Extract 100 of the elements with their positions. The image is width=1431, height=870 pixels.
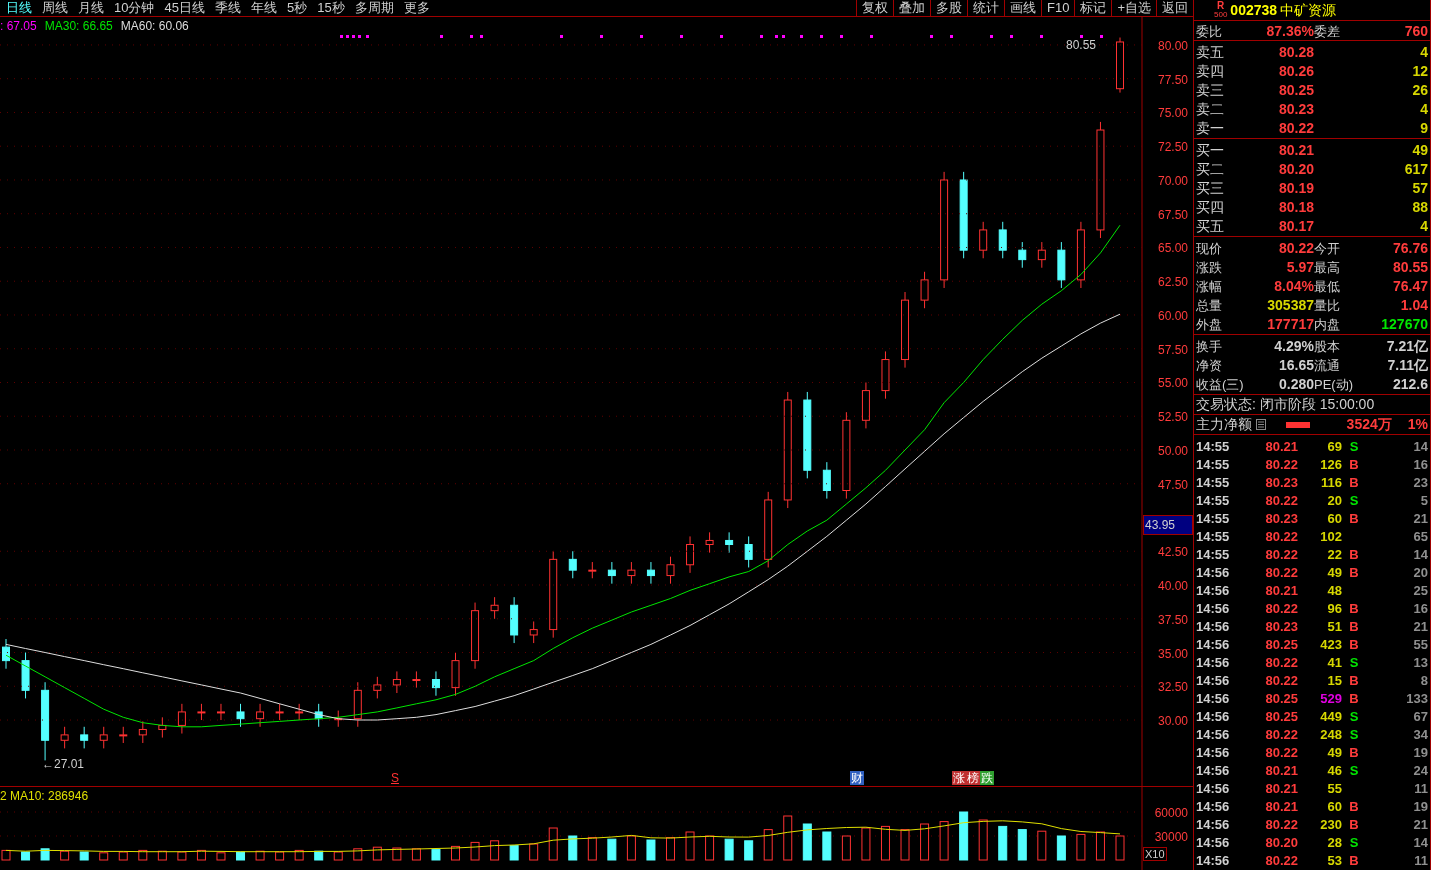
- trade-time: 14:56: [1196, 762, 1231, 780]
- volume-bar: [646, 839, 656, 861]
- volume-bar: [275, 851, 285, 861]
- field-label: 委比: [1196, 22, 1223, 41]
- period-tab[interactable]: 45日线: [164, 0, 205, 16]
- axis-label: 80.00: [1157, 38, 1188, 53]
- volume-bar: [99, 852, 109, 861]
- volume-bar: [1056, 835, 1066, 861]
- toolbar-button[interactable]: 标记: [1074, 0, 1112, 16]
- trade-time: 14:56: [1196, 600, 1231, 618]
- trade-count: 19: [1412, 744, 1428, 762]
- period-tab[interactable]: 多周期: [354, 0, 394, 16]
- candlestick: [1076, 221, 1085, 289]
- axis-label: 35.00: [1157, 646, 1188, 661]
- trade-time: 14:56: [1196, 744, 1231, 762]
- field-label: 最高: [1314, 258, 1341, 277]
- period-tab[interactable]: 5秒: [286, 0, 308, 16]
- candlestick: [510, 596, 519, 644]
- trade-price: 80.25: [1264, 636, 1298, 654]
- axis-label: 52.50: [1157, 410, 1188, 425]
- trade-time: 14:56: [1196, 780, 1231, 798]
- trade-price: 80.23: [1264, 510, 1298, 528]
- candlestick: [256, 703, 265, 728]
- toolbar-button[interactable]: 复权: [856, 0, 893, 16]
- period-tab[interactable]: 周线: [42, 0, 68, 16]
- volume-bar: [509, 845, 519, 861]
- toolbar-button[interactable]: 统计: [967, 0, 1004, 16]
- axis-label: 55.00: [1157, 376, 1188, 391]
- order-volume: 4: [1419, 100, 1428, 119]
- order-volume: 9: [1419, 119, 1428, 138]
- volume-bar: [705, 835, 715, 861]
- volume-bar: [568, 835, 578, 861]
- field-label: 收益(三): [1196, 375, 1245, 394]
- trade-time: 14:56: [1196, 690, 1231, 708]
- toolbar-button[interactable]: F10: [1041, 0, 1075, 16]
- volume-bar: [79, 851, 89, 861]
- period-tab[interactable]: 月线: [78, 0, 104, 16]
- trade-time: 14:56: [1196, 834, 1231, 852]
- field-label: 委差: [1314, 22, 1341, 41]
- candlestick: [529, 620, 538, 644]
- volume-bar: [138, 849, 148, 861]
- field-value: 5.97: [1285, 258, 1314, 277]
- period-tab[interactable]: 日线: [6, 0, 32, 16]
- trade-count: 14: [1412, 834, 1428, 852]
- volume-bar: [451, 845, 460, 861]
- trade-price: 80.22: [1264, 744, 1298, 762]
- trade-volume: 248: [1319, 726, 1342, 744]
- candlestick: [471, 602, 480, 670]
- order-price: 80.21: [1277, 141, 1314, 160]
- trade-count: 14: [1412, 546, 1428, 564]
- trade-price: 80.22: [1264, 816, 1298, 834]
- order-level-label: 买五: [1196, 217, 1225, 236]
- volume-bar: [294, 849, 304, 861]
- toolbar-button[interactable]: 返回: [1156, 0, 1193, 16]
- trade-price: 80.23: [1264, 618, 1298, 636]
- trade-side: B: [1348, 474, 1360, 492]
- volume-bar: [196, 849, 206, 861]
- event-marker: 跌: [980, 771, 994, 785]
- toolbar-button[interactable]: 画线: [1004, 0, 1041, 16]
- trade-count: 8: [1419, 672, 1428, 690]
- trade-count: 20: [1412, 564, 1428, 582]
- order-volume: 4: [1419, 217, 1428, 236]
- period-tab[interactable]: 15秒: [317, 0, 345, 16]
- trade-time: 14:55: [1196, 546, 1231, 564]
- field-label: 内盘: [1314, 315, 1341, 334]
- trade-price: 80.23: [1264, 474, 1298, 492]
- trade-volume: 102: [1319, 528, 1342, 546]
- candlestick: [99, 726, 108, 749]
- order-price: 80.22: [1277, 119, 1314, 138]
- volume-bar: [431, 849, 441, 861]
- period-tab[interactable]: 年线: [250, 0, 277, 16]
- period-tab[interactable]: 10分钟: [114, 0, 155, 16]
- order-price: 80.18: [1277, 198, 1314, 217]
- period-tab[interactable]: 季线: [214, 0, 241, 16]
- candlestick: [431, 670, 440, 697]
- toolbar-button[interactable]: +自选: [1111, 0, 1156, 16]
- volume-bar: [607, 838, 617, 861]
- trade-price: 80.22: [1264, 852, 1298, 870]
- trade-price: 80.22: [1264, 726, 1298, 744]
- trade-count: 5: [1419, 492, 1428, 510]
- volume-bar: [21, 851, 31, 861]
- trade-count: 11: [1413, 780, 1428, 798]
- order-level-label: 买四: [1196, 198, 1225, 217]
- event-marker: 财: [850, 771, 864, 785]
- field-label: 主力净额: [1196, 415, 1252, 434]
- period-tab[interactable]: 更多: [403, 0, 430, 16]
- trade-side: B: [1348, 510, 1360, 528]
- order-price: 80.17: [1277, 217, 1314, 236]
- toolbar-button[interactable]: 叠加: [893, 0, 930, 16]
- volume-bar: [939, 821, 949, 861]
- candlestick: [80, 726, 89, 749]
- order-level-label: 卖一: [1196, 119, 1225, 138]
- event-marker: 涨: [952, 771, 966, 785]
- trade-side: B: [1348, 546, 1360, 564]
- toolbar-button[interactable]: 多股: [930, 0, 967, 16]
- volume-bar: [216, 852, 226, 861]
- volume-bar: [880, 825, 890, 861]
- order-volume: 617: [1403, 160, 1428, 179]
- field-value: 305387: [1266, 296, 1314, 315]
- trade-volume: 60: [1326, 798, 1342, 816]
